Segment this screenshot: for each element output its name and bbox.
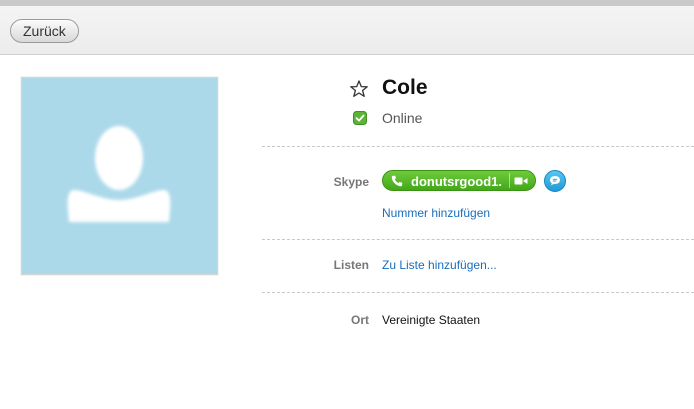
toolbar: Zurück — [0, 6, 694, 55]
call-button-separator — [509, 173, 510, 188]
chat-icon — [550, 176, 560, 186]
default-avatar-icon — [67, 126, 171, 222]
lists-label: Listen — [333, 258, 369, 272]
add-to-list-link[interactable]: Zu Liste hinzufügen... — [382, 258, 497, 272]
online-status-text: Online — [382, 110, 423, 126]
location-label: Ort — [351, 313, 369, 327]
skype-label: Skype — [333, 175, 369, 189]
favorite-star-icon[interactable] — [349, 79, 369, 99]
section-divider — [262, 146, 694, 147]
profile-avatar — [21, 77, 218, 275]
online-status-icon — [353, 111, 367, 125]
skype-name: donutsrgood1. — [411, 174, 502, 189]
section-divider — [262, 292, 694, 293]
phone-icon — [391, 175, 403, 187]
chat-button[interactable] — [544, 170, 566, 192]
location-value: Vereinigte Staaten — [382, 313, 481, 327]
add-number-link[interactable]: Nummer hinzufügen — [382, 206, 490, 220]
section-divider — [262, 239, 694, 240]
contact-name: Cole — [382, 76, 428, 99]
skype-call-button[interactable]: donutsrgood1. — [382, 170, 536, 191]
video-icon[interactable] — [514, 176, 528, 186]
back-button[interactable]: Zurück — [10, 19, 79, 43]
